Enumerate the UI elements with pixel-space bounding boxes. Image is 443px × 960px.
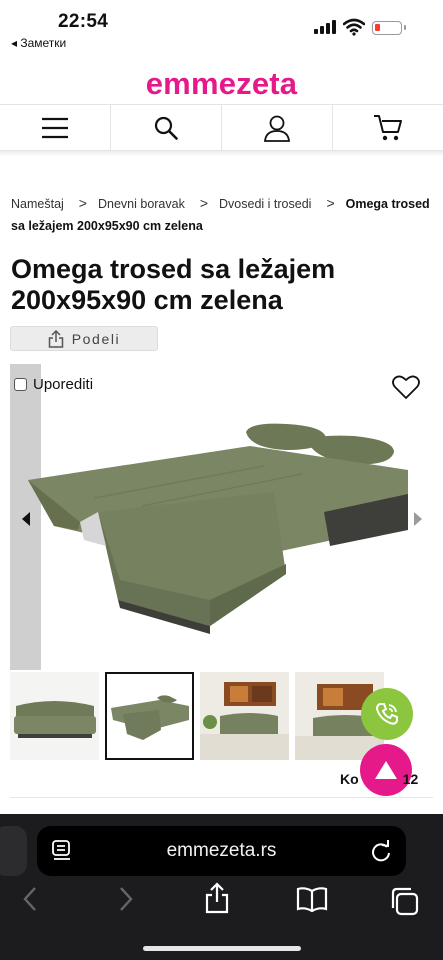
header-shadow [0, 151, 443, 157]
url-text[interactable]: emmezeta.rs [37, 840, 406, 862]
user-icon [264, 115, 290, 142]
menu-button[interactable] [0, 105, 111, 150]
menu-icon [42, 117, 68, 138]
product-code-label: Ko [340, 771, 359, 787]
product-gallery[interactable]: Uporediti [10, 364, 433, 670]
compare-label: Uporediti [33, 376, 94, 393]
chevron-right-icon [120, 887, 133, 911]
forward-button[interactable] [118, 886, 134, 917]
thumbnail-1[interactable] [10, 672, 99, 760]
battery-icon [372, 21, 406, 35]
account-button[interactable] [222, 105, 333, 150]
compare-checkbox[interactable]: Uporediti [14, 376, 93, 393]
cart-button[interactable] [333, 105, 443, 150]
product-code: Ko 12 [340, 771, 418, 787]
status-bar: 22:54 ◂ Заметки [0, 0, 443, 58]
breadcrumb-separator: > [78, 195, 87, 211]
breadcrumb: Nameštaj > Dnevni boravak > Dvosedi i trosed… [11, 192, 436, 237]
thumbnail-1-image [10, 672, 99, 760]
thumbnail-3-image [200, 672, 289, 760]
previous-image-arrow-icon[interactable] [21, 511, 31, 527]
share-page-button[interactable] [204, 882, 230, 919]
chevron-left-icon [23, 887, 36, 911]
tabs-button[interactable] [389, 886, 419, 921]
address-bar[interactable]: emmezeta.rs [37, 826, 406, 876]
heart-icon[interactable] [392, 374, 420, 400]
site-logo[interactable]: emmezeta [0, 66, 443, 102]
page-title: Omega trosed sa ležajem 200x95x90 cm zel… [11, 254, 336, 315]
tabs-icon [391, 887, 419, 916]
reload-icon[interactable] [370, 839, 392, 863]
browser-toolbar: emmezeta.rs [0, 814, 443, 960]
thumbnail-2-image [107, 674, 192, 758]
back-button[interactable] [22, 886, 38, 917]
next-image-arrow-icon[interactable] [413, 511, 423, 527]
phone-icon [375, 703, 398, 725]
home-indicator [143, 946, 301, 951]
browser-nav-bar [0, 882, 443, 922]
search-button[interactable] [111, 105, 222, 150]
cellular-signal-icon [314, 20, 336, 34]
back-to-app-link[interactable]: ◂ Заметки [11, 36, 66, 50]
breadcrumb-item-namestaj[interactable]: Nameštaj [11, 197, 64, 211]
checkbox-box[interactable] [14, 378, 27, 391]
share-icon [205, 882, 229, 914]
wifi-icon [343, 18, 365, 36]
breadcrumb-item-dnevni-boravak[interactable]: Dnevni boravak [98, 197, 185, 211]
bookmarks-button[interactable] [296, 886, 328, 917]
thumbnail-2[interactable] [105, 672, 194, 760]
call-button[interactable] [361, 688, 413, 740]
product-code-suffix: 12 [402, 771, 419, 787]
product-image [28, 423, 408, 634]
scroll-to-top-button[interactable] [360, 744, 412, 796]
breadcrumb-separator: > [199, 195, 209, 211]
share-label: Podeli [71, 330, 121, 347]
book-icon [296, 887, 328, 913]
breadcrumb-separator: > [326, 195, 335, 211]
previous-tab-preview[interactable] [0, 826, 27, 876]
header-icon-bar [0, 104, 443, 151]
search-icon [154, 116, 178, 140]
cart-icon [374, 114, 402, 140]
breadcrumb-item-dvosedi[interactable]: Dvosedi i trosedi [219, 197, 311, 211]
share-button[interactable]: Podeli [10, 326, 158, 351]
thumbnail-3[interactable] [200, 672, 289, 760]
status-time: 22:54 [58, 11, 109, 32]
divider [10, 797, 433, 798]
share-icon [48, 329, 63, 348]
